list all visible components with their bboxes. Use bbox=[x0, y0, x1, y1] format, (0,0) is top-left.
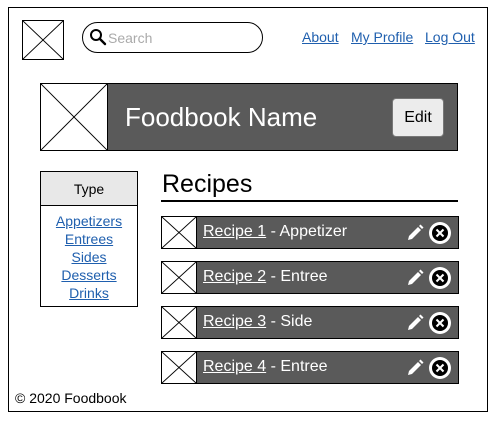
image-placeholder-icon bbox=[162, 217, 196, 248]
image-placeholder-icon bbox=[162, 352, 196, 383]
recipe-row: Recipe 4 - Entree bbox=[161, 351, 459, 384]
recipe-link[interactable]: Recipe 3 bbox=[203, 313, 266, 330]
nav-link-my-profile[interactable]: My Profile bbox=[351, 29, 413, 45]
pencil-icon[interactable] bbox=[406, 269, 424, 287]
recipe-row: Recipe 2 - Entree bbox=[161, 261, 459, 294]
pencil-icon[interactable] bbox=[406, 224, 424, 242]
close-icon bbox=[432, 270, 448, 286]
logo-image[interactable] bbox=[22, 20, 64, 60]
delete-button[interactable] bbox=[429, 357, 451, 379]
recipe-category: - Appetizer bbox=[266, 223, 348, 240]
footer-copyright: © 2020 Foodbook bbox=[15, 390, 127, 406]
recipe-title: Recipe 4 - Entree bbox=[203, 358, 328, 376]
close-icon bbox=[432, 225, 448, 241]
recipe-link[interactable]: Recipe 2 bbox=[203, 268, 266, 285]
image-placeholder-icon bbox=[41, 84, 107, 150]
delete-button[interactable] bbox=[429, 312, 451, 334]
image-placeholder-icon bbox=[23, 21, 63, 59]
recipe-title: Recipe 3 - Side bbox=[203, 313, 312, 331]
foodbook-image bbox=[40, 83, 108, 151]
pencil-icon[interactable] bbox=[406, 359, 424, 377]
close-icon bbox=[432, 315, 448, 331]
foodbook-banner: Foodbook Name Edit bbox=[40, 83, 458, 151]
search-input[interactable] bbox=[108, 27, 258, 48]
recipe-link[interactable]: Recipe 4 bbox=[203, 358, 266, 375]
type-link-drinks[interactable]: Drinks bbox=[41, 284, 137, 302]
recipe-link[interactable]: Recipe 1 bbox=[203, 223, 266, 240]
type-filter-panel: Type Appetizers Entrees Sides Desserts D… bbox=[40, 171, 138, 307]
recipe-row: Recipe 3 - Side bbox=[161, 306, 459, 339]
close-icon bbox=[432, 360, 448, 376]
recipes-heading: Recipes bbox=[162, 170, 253, 198]
recipes-divider bbox=[161, 200, 458, 202]
type-link-sides[interactable]: Sides bbox=[41, 248, 137, 266]
type-filter-heading: Type bbox=[41, 172, 137, 206]
pencil-icon[interactable] bbox=[406, 314, 424, 332]
recipe-row: Recipe 1 - Appetizer bbox=[161, 216, 459, 249]
image-placeholder-icon bbox=[162, 307, 196, 338]
image-placeholder-icon bbox=[162, 262, 196, 293]
recipe-category: - Entree bbox=[266, 358, 328, 375]
recipe-category: - Side bbox=[266, 313, 313, 330]
recipe-thumbnail[interactable] bbox=[161, 261, 197, 294]
recipe-thumbnail[interactable] bbox=[161, 351, 197, 384]
recipe-thumbnail[interactable] bbox=[161, 216, 197, 249]
search-box[interactable] bbox=[82, 22, 263, 53]
type-filter-list: Appetizers Entrees Sides Desserts Drinks bbox=[41, 212, 137, 302]
nav-link-about[interactable]: About bbox=[302, 29, 339, 45]
foodbook-title: Foodbook Name bbox=[125, 102, 318, 132]
type-link-entrees[interactable]: Entrees bbox=[41, 230, 137, 248]
type-link-appetizers[interactable]: Appetizers bbox=[41, 212, 137, 230]
type-link-desserts[interactable]: Desserts bbox=[41, 266, 137, 284]
nav-link-log-out[interactable]: Log Out bbox=[425, 29, 475, 45]
recipe-title: Recipe 1 - Appetizer bbox=[203, 223, 347, 241]
delete-button[interactable] bbox=[429, 222, 451, 244]
recipe-title: Recipe 2 - Entree bbox=[203, 268, 328, 286]
recipe-thumbnail[interactable] bbox=[161, 306, 197, 339]
delete-button[interactable] bbox=[429, 267, 451, 289]
search-icon bbox=[90, 29, 107, 46]
edit-button[interactable]: Edit bbox=[392, 98, 444, 137]
recipe-category: - Entree bbox=[266, 268, 328, 285]
